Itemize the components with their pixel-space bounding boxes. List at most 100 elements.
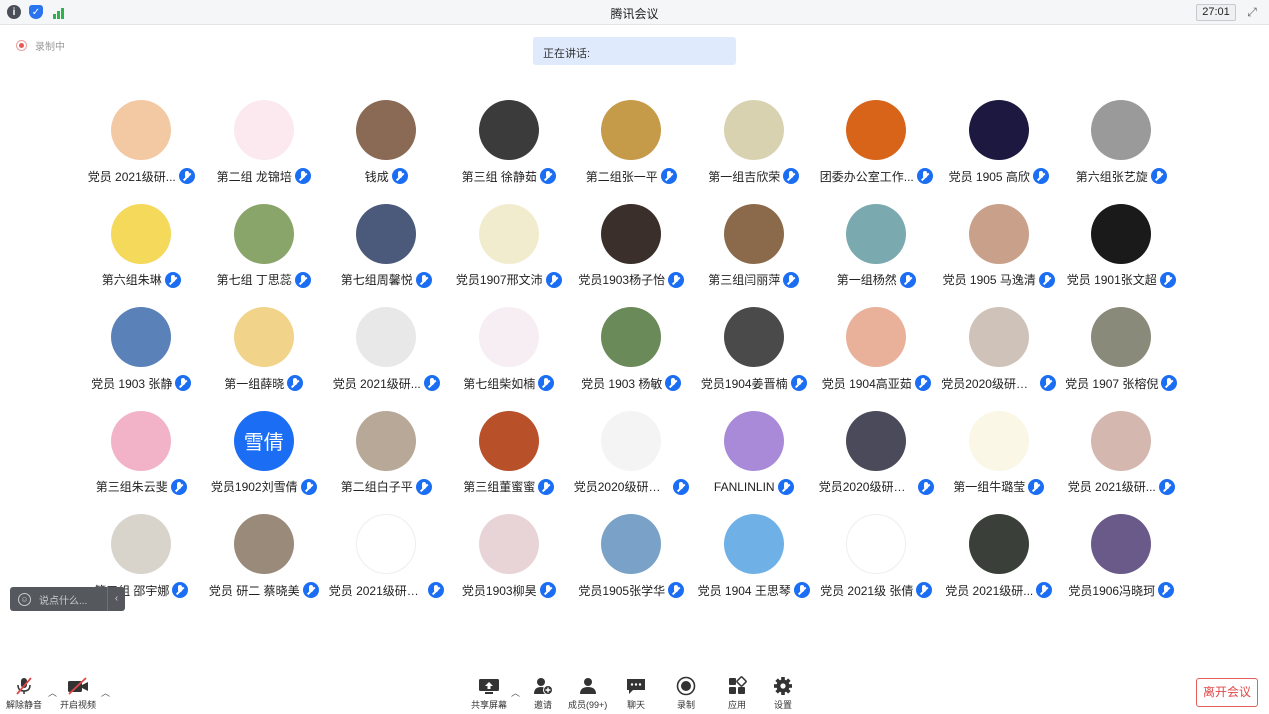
record-button[interactable]: 录制 [675,676,697,711]
members-button[interactable]: 成员(99+) [568,676,607,711]
settings-button[interactable]: 设置 [772,676,794,711]
participant-tile[interactable]: 第七组柴如楠 [448,307,571,411]
participant-tile[interactable]: 党员1903杨子怡 [570,203,693,308]
participant-name-row: 第七组周馨悦 [341,271,432,289]
participant-tile[interactable]: 第一组薛晓 [203,307,326,411]
unmute-button[interactable]: 解除静音 [6,676,42,711]
muted-mic-icon [302,582,319,598]
participant-name-row: 党员1903柳昊 [462,581,556,599]
video-options-chevron-icon[interactable]: ︿ [101,686,110,699]
participant-name-row: 党员 2021级 张倩 [820,581,933,599]
participant-name: 钱成 [364,169,389,184]
participant-tile[interactable]: 第一组杨然 [815,203,938,308]
avatar [233,514,294,574]
participant-tile[interactable]: 党员 2021级 张倩 [815,514,938,618]
participant-name: 党员1903柳昊 [461,583,537,598]
share-screen-button[interactable]: 共享屏幕 [471,676,507,711]
fullscreen-icon[interactable]: ⤢ [1245,5,1259,19]
participant-tile[interactable]: 党员 1905 高欣 [938,100,1061,204]
record-icon [675,676,697,696]
participant-tile[interactable]: 党员 1904高亚茹 [815,307,938,411]
participant-tile[interactable]: 第二组张一平 [570,100,693,204]
participant-name: 党员 2021级研... [332,376,421,391]
participant-tile[interactable]: 党员 1904 王思琴 [693,514,816,618]
participant-tile[interactable]: FANLINLIN [693,410,816,515]
meeting-timer: 27:01 [1196,4,1236,21]
participant-tile[interactable]: 党员2020级研究... [570,410,693,515]
participant-tile[interactable]: 党员 2021级研... [1060,410,1183,515]
participant-name: FANLINLIN [713,479,775,494]
participant-tile[interactable]: 党员 研二 蔡晓美 [203,514,326,618]
participant-tile[interactable]: 第七组 丁思蕊 [203,203,326,308]
muted-mic-icon [914,375,931,391]
participant-tile[interactable]: 第七组周馨悦 [325,203,448,308]
apps-icon [726,676,748,696]
start-video-button[interactable]: 开启视频 [60,676,96,711]
chat-input-bar[interactable]: ☺ 说点什么... ‹ [10,587,125,611]
participant-tile[interactable]: 党员1905张学华 [570,514,693,618]
apps-button[interactable]: 应用 [726,676,748,711]
participant-name-row: 党员1903杨子怡 [578,271,685,289]
speaking-banner: 正在讲话: [533,37,736,65]
chat-button[interactable]: 聊天 [625,676,647,711]
participant-tile[interactable]: 第三组董蜜蜜 [448,410,571,515]
settings-label: 设置 [773,700,792,710]
participant-name: 第三组 徐静茹 [461,169,537,184]
participant-tile[interactable]: 党员 2021级研... [80,100,203,204]
participant-tile[interactable]: 第三组闫丽萍 [693,203,816,308]
participant-tile[interactable]: 党员 1905 马逸清 [938,203,1061,308]
participant-tile[interactable]: 钱成 [325,100,448,204]
audio-options-chevron-icon[interactable]: ︿ [48,686,57,699]
participant-tile[interactable]: 党员 1903 张静 [80,307,203,411]
muted-mic-icon [793,582,810,598]
participant-tile[interactable]: 党员 2021级研... [938,514,1061,618]
share-options-chevron-icon[interactable]: ︿ [511,686,520,699]
leave-meeting-button[interactable]: 离开会议 [1196,678,1258,707]
participant-name-row: 第二组张一平 [586,167,677,185]
participant-tile[interactable]: 第一组牛璐莹 [938,410,1061,515]
participant-tile[interactable]: 第一组吉欣荣 [693,100,816,204]
participant-tile[interactable]: 第三组朱云斐 [80,410,203,515]
muted-mic-icon [294,168,311,184]
participant-tile[interactable]: 党员1906冯晓珂 [1060,514,1183,618]
participant-name: 党员1904姜晋楠 [700,376,788,391]
participant-tile[interactable]: 第三组 徐静茹 [448,100,571,204]
participant-tile[interactable]: 党员1903柳昊 [448,514,571,618]
avatar [601,307,662,367]
participant-tile[interactable]: 第六组朱琳 [80,203,203,308]
avatar [356,100,417,160]
participant-tile[interactable]: 第六组张艺旋 [1060,100,1183,204]
participant-tile[interactable]: 党员2020级研究... [938,307,1061,411]
muted-mic-icon [916,168,933,184]
participant-tile[interactable]: 党员1904姜晋楠 [693,307,816,411]
participant-tile[interactable]: 党员2020级研究... [815,410,938,515]
participant-name: 第七组周馨悦 [340,273,413,287]
participant-tile[interactable]: 团委办公室工作... [815,100,938,204]
avatar [1091,100,1152,160]
avatar [723,100,784,160]
muted-mic-icon [917,478,934,495]
participant-tile[interactable]: 党员 1907 张榕倪 [1060,307,1183,411]
participant-tile[interactable]: 第二组白子平 [325,410,448,515]
participant-tile[interactable]: 党员 2021级研... [325,307,448,411]
participant-tile[interactable]: 党员1907邢文沛 [448,203,571,308]
avatar: 雪倩 [233,410,294,471]
avatar [968,410,1029,471]
participant-name-row: 党员2020级研究... [819,478,934,496]
participant-tile[interactable]: 党员 1901张文超 [1060,203,1183,308]
muted-mic-icon [668,582,685,598]
participant-name: 党员 1904高亚茹 [821,376,912,391]
participant-name-row: 团委办公室工作... [820,167,933,185]
participant-name-row: 党员 2021级研... [333,374,440,392]
participant-tile[interactable]: 党员 1903 杨敏 [570,307,693,411]
emoji-icon[interactable]: ☺ [18,592,31,606]
invite-button[interactable]: 邀请 [532,676,554,711]
collapse-chat-icon[interactable]: ‹ [107,587,125,611]
muted-mic-icon [790,375,807,391]
participant-tile[interactable]: 第二组 龙锦培 [203,100,326,204]
chat-input[interactable]: 说点什么... [39,592,87,607]
participant-tile[interactable]: 党员 2021级研究生... [325,514,448,618]
participant-name: 党员 1905 马逸清 [942,273,1036,287]
participant-tile[interactable]: 雪倩 党员1902刘雪倩 [203,410,326,515]
participant-name: 党员 研二 蔡晓美 [208,583,300,598]
